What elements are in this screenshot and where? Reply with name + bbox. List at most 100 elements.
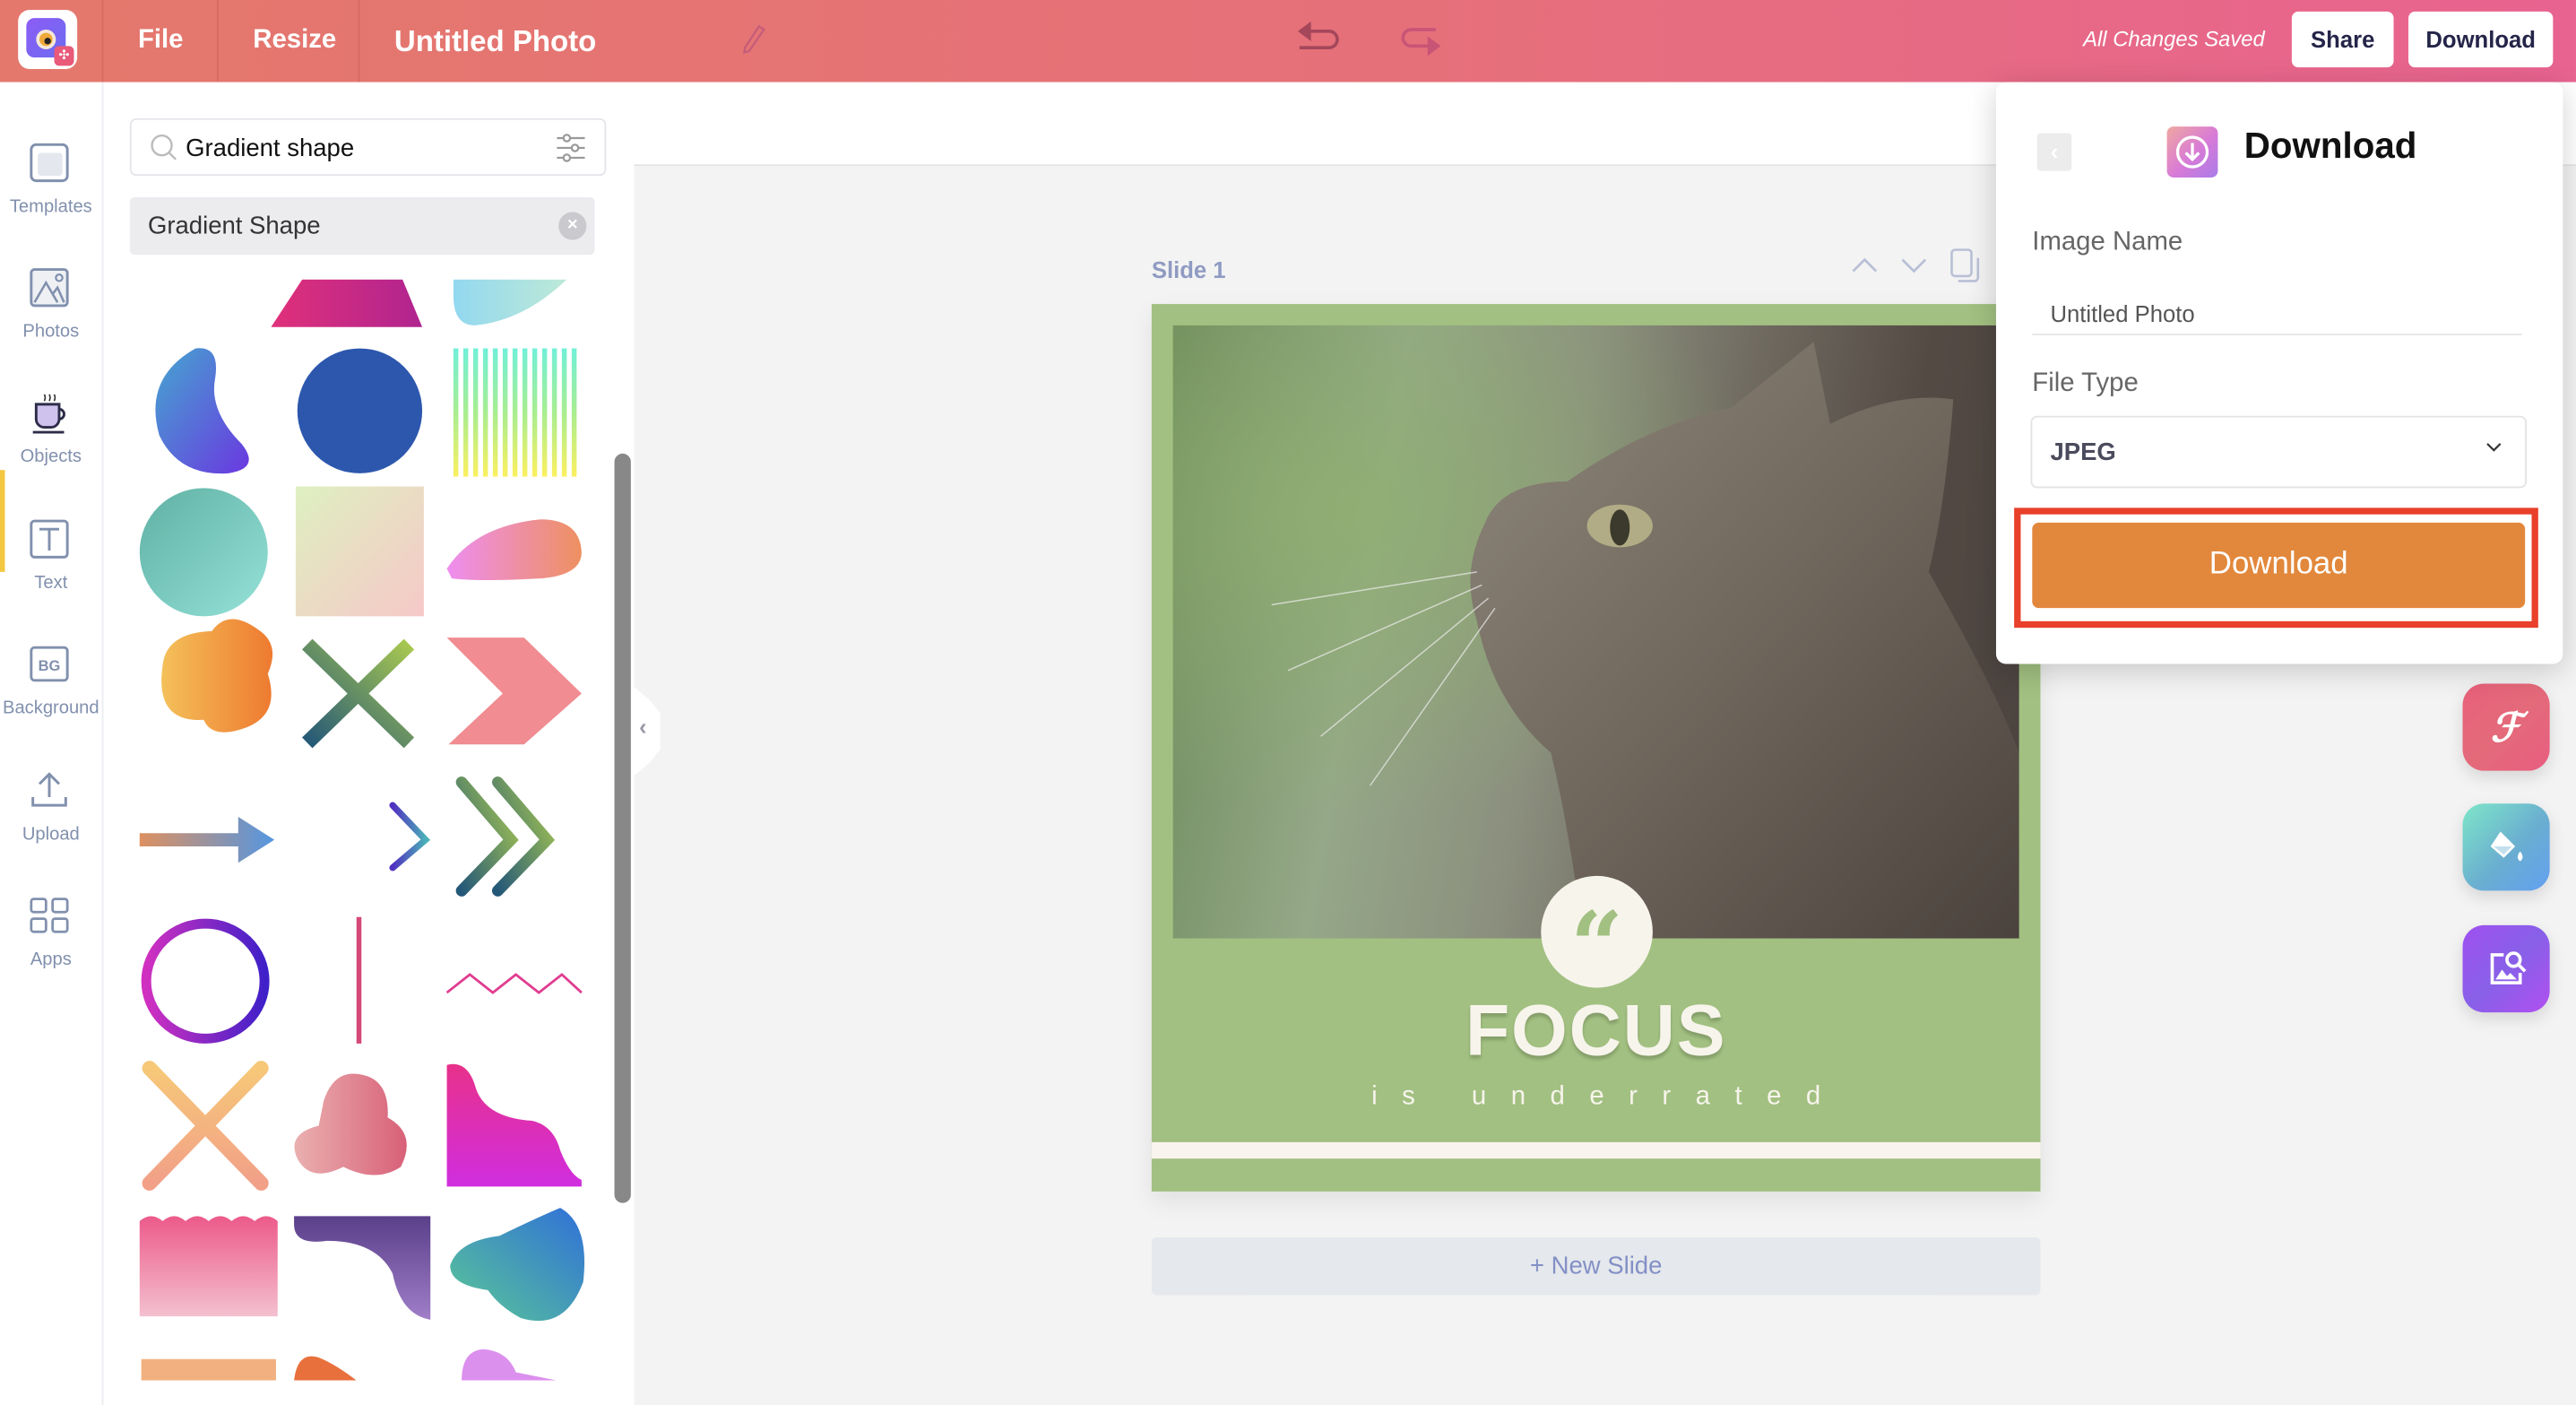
duplicate-slide-icon[interactable]	[1950, 248, 1980, 290]
text-icon	[28, 517, 71, 560]
file-type-label: File Type	[2032, 369, 2139, 398]
rail-item-templates[interactable]: Templates	[0, 128, 102, 243]
rail-item-upload[interactable]: Upload	[0, 756, 102, 871]
objects-icon	[28, 391, 71, 434]
shape-orange-blob[interactable]	[161, 619, 273, 733]
document-title[interactable]: Untitled Photo	[394, 0, 596, 82]
new-slide-button[interactable]: + New Slide	[1151, 1237, 2041, 1296]
subline-text[interactable]: is underrated	[1152, 1083, 2041, 1113]
fill-tool-button[interactable]	[2462, 803, 2550, 891]
download-panel-title: Download	[2243, 125, 2417, 167]
rail-item-photos[interactable]: Photos	[0, 253, 102, 368]
filter-sliders-icon[interactable]	[556, 133, 587, 162]
image-search-icon	[2489, 951, 2526, 984]
image-name-input[interactable]	[2032, 292, 2522, 335]
photos-icon	[28, 266, 71, 309]
shape-cross-arrows[interactable]	[302, 638, 415, 749]
app-window: ✣ File Resize Untitled Photo All Changes…	[0, 0, 2576, 1405]
filter-chip[interactable]: Gradient Shape ×	[129, 196, 595, 256]
shape-pink-blob[interactable]	[446, 519, 582, 581]
file-type-value: JPEG	[2050, 438, 2116, 467]
download-confirm-button[interactable]: Download	[2032, 522, 2526, 609]
objects-panel: Gradient Shape ×	[103, 82, 635, 1405]
shape-zigzag[interactable]	[445, 973, 583, 994]
script-f-icon: ℱ	[2490, 703, 2522, 751]
shape-orange-bar[interactable]	[141, 1358, 276, 1381]
shape-thin-arrow[interactable]	[294, 802, 431, 872]
paint-bucket-icon	[2489, 831, 2522, 862]
shape-orange-partial[interactable]	[294, 1356, 357, 1381]
shape-double-chevron[interactable]	[455, 776, 556, 897]
top-bar: ✣ File Resize Untitled Photo All Changes…	[0, 0, 2576, 82]
shape-grid	[130, 279, 590, 1381]
rail-item-text[interactable]: Text	[0, 505, 102, 620]
shape-teal-circle[interactable]	[139, 488, 268, 617]
slide-label: Slide 1	[1151, 256, 1226, 283]
resize-menu[interactable]: Resize	[253, 0, 336, 82]
file-type-select[interactable]: JPEG	[2030, 415, 2528, 489]
cat-illustration	[1172, 325, 2019, 939]
shape-magenta-wave[interactable]	[446, 1063, 582, 1187]
file-menu[interactable]: File	[138, 0, 184, 82]
back-chevron-icon[interactable]: ‹	[2036, 133, 2072, 171]
move-slide-up-icon[interactable]	[1852, 253, 1878, 279]
apps-icon	[28, 894, 71, 937]
chip-label: Gradient Shape	[147, 212, 321, 240]
decorative-stripe	[1151, 1141, 2041, 1159]
download-panel: ‹ Download Image Name File Type JPEG Dow…	[1995, 82, 2563, 664]
search-box	[129, 117, 607, 177]
search-icon	[151, 134, 177, 160]
download-header-button[interactable]: Download	[2408, 11, 2554, 68]
shape-x[interactable]	[142, 1061, 269, 1191]
quote-badge: “	[1541, 875, 1653, 1001]
svg-text:BG: BG	[39, 658, 61, 674]
upload-icon	[28, 769, 71, 812]
chevron-left-icon: ‹	[638, 713, 647, 740]
redo-icon[interactable]	[1396, 16, 1446, 59]
shape-purple-corner[interactable]	[294, 1216, 431, 1320]
shape-ring[interactable]	[141, 918, 270, 1044]
slide-canvas[interactable]: “ FOCUS is underrated	[1151, 304, 2041, 1192]
edit-title-pencil-icon[interactable]	[742, 23, 765, 56]
shape-teal-blob[interactable]	[450, 1208, 585, 1322]
shape-thick-arrow[interactable]	[139, 816, 275, 863]
shape-trapezoid[interactable]	[271, 279, 423, 327]
shape-chevron[interactable]	[446, 637, 582, 745]
search-input[interactable]	[186, 131, 548, 165]
shape-stripes[interactable]	[453, 348, 577, 477]
move-slide-down-icon[interactable]	[1901, 253, 1927, 279]
download-circle-icon	[2166, 126, 2218, 178]
left-rail: Templates Photos Objects Text BG Backgro…	[0, 82, 104, 1405]
collapse-panel-button[interactable]: ‹	[634, 687, 661, 776]
shape-vertical-line[interactable]	[356, 916, 362, 1044]
image-name-label: Image Name	[2032, 228, 2183, 256]
image-search-tool-button[interactable]	[2462, 924, 2550, 1013]
divider	[216, 0, 219, 82]
shape-bean[interactable]	[155, 348, 249, 474]
shape-blob-teal[interactable]	[453, 279, 567, 325]
chip-close-icon[interactable]: ×	[558, 212, 587, 240]
shape-lilac-partial[interactable]	[462, 1349, 558, 1381]
chevron-down-icon	[2485, 440, 2502, 458]
save-status: All Changes Saved	[2083, 26, 2265, 51]
background-icon: BG	[28, 643, 71, 686]
cat-photo[interactable]	[1172, 325, 2019, 939]
rail-item-apps[interactable]: Apps	[0, 880, 102, 995]
templates-icon	[28, 142, 71, 185]
shape-dotted-blob[interactable]	[294, 1073, 407, 1175]
app-logo[interactable]: ✣	[18, 9, 78, 69]
rail-item-background[interactable]: BG Background	[0, 629, 102, 744]
quote-icon: “	[1570, 892, 1624, 1002]
share-button[interactable]: Share	[2291, 11, 2394, 68]
divider	[101, 0, 104, 82]
shape-blue-circle[interactable]	[297, 348, 423, 473]
headline-text[interactable]: FOCUS	[1152, 991, 2041, 1073]
divider	[358, 0, 360, 82]
apps-grid-icon: ✣	[54, 46, 74, 66]
panel-scrollbar[interactable]	[614, 453, 631, 1203]
undo-icon[interactable]	[1292, 16, 1342, 59]
shape-pastel-square[interactable]	[295, 486, 424, 617]
rail-item-objects[interactable]: Objects	[0, 378, 102, 493]
shape-wavy-rect[interactable]	[139, 1216, 278, 1317]
font-tool-button[interactable]: ℱ	[2462, 683, 2550, 771]
